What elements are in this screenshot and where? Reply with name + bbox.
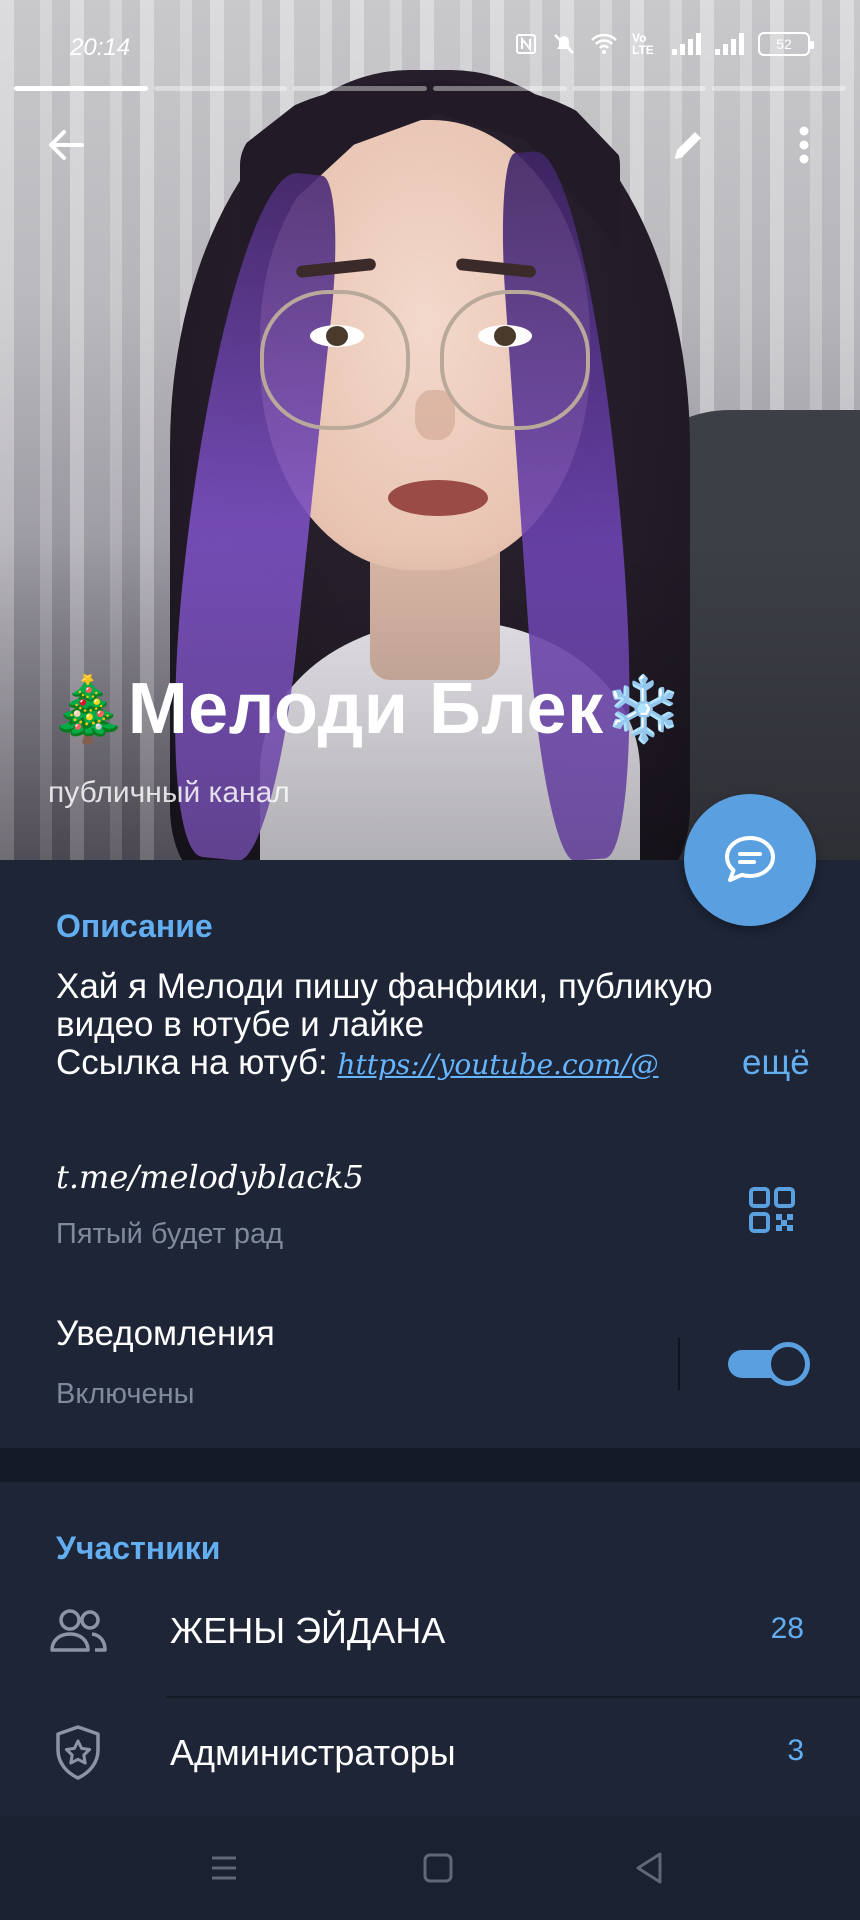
- admin-shield-icon: [56, 1725, 100, 1780]
- photo-lips: [388, 480, 488, 516]
- toggle-divider: [678, 1338, 680, 1390]
- photo-glasses-left: [260, 290, 410, 430]
- system-nav-bar: [0, 1816, 860, 1920]
- progress-segment: [572, 86, 707, 91]
- recents-menu-icon[interactable]: [204, 1848, 244, 1888]
- progress-segment: [433, 86, 567, 91]
- chat-bubble-icon: [725, 836, 775, 882]
- volte-icon: Vo LTE: [632, 31, 654, 57]
- battery-icon: 52: [758, 32, 814, 56]
- signal-icon: [672, 33, 701, 55]
- edit-button[interactable]: [658, 115, 718, 175]
- description-text: Хай я Мелоди пишу фанфики, публикую виде…: [56, 968, 816, 1084]
- description-line: Хай я Мелоди пишу фанфики, публикую: [56, 967, 713, 1006]
- wifi-icon: [591, 33, 617, 54]
- channel-type: публичный канал: [48, 776, 290, 809]
- back-button[interactable]: [36, 115, 96, 175]
- progress-segment: [14, 86, 148, 91]
- description-line: Ссылка на ютуб: https://youtube.com/@: [56, 1044, 816, 1084]
- status-bar: 20:14 Vo LTE 52: [0, 22, 860, 72]
- description-link-prefix: Ссылка на ютуб:: [56, 1043, 338, 1082]
- list-item-label: ЖЕНЫ ЭЙДАНА: [170, 1610, 446, 1651]
- list-item-label: Администраторы: [170, 1732, 456, 1773]
- progress-segment: [153, 86, 288, 91]
- qr-code-icon[interactable]: [748, 1186, 796, 1234]
- mute-icon: [554, 34, 574, 54]
- list-item-subscribers[interactable]: ЖЕНЫ ЭЙДАНА 28: [0, 1572, 860, 1690]
- description-heading: Описание: [56, 908, 213, 944]
- status-icons: Vo LTE 52: [514, 31, 814, 57]
- arrow-left-icon: [49, 130, 84, 160]
- channel-link[interactable]: t.me/melodyblack5: [56, 1158, 364, 1196]
- list-item-count: 28: [770, 1612, 804, 1645]
- channel-title-row: 🎄 Мелоди Блек ❄️: [48, 668, 683, 750]
- nfc-icon: [516, 34, 536, 54]
- list-item-admins[interactable]: Администраторы 3: [0, 1694, 860, 1812]
- channel-title: Мелоди Блек: [127, 669, 604, 749]
- progress-segment: [712, 86, 847, 91]
- members-heading: Участники: [56, 1530, 221, 1566]
- youtube-link[interactable]: https://youtube.com/@: [337, 1048, 658, 1081]
- more-vertical-icon: [799, 126, 809, 164]
- section-divider: [0, 1448, 860, 1482]
- back-triangle-icon[interactable]: [630, 1848, 670, 1888]
- photo-progress: [14, 86, 847, 91]
- channel-link-caption: Пятый будет рад: [56, 1218, 284, 1250]
- notifications-toggle[interactable]: [728, 1340, 810, 1386]
- notifications-status: Включены: [56, 1378, 195, 1410]
- notifications-title: Уведомления: [56, 1314, 275, 1353]
- users-icon: [50, 1609, 107, 1652]
- snowflake-emoji: ❄️: [603, 672, 684, 745]
- toggle-knob: [766, 1342, 810, 1386]
- show-more-link[interactable]: ещё: [730, 1044, 810, 1082]
- progress-fill: [14, 86, 148, 91]
- photo-glasses-right: [440, 290, 590, 430]
- status-time: 20:14: [70, 34, 131, 61]
- discussion-button[interactable]: [684, 794, 816, 926]
- photo-nose: [415, 390, 455, 440]
- progress-segment: [293, 86, 428, 91]
- list-item-count: 3: [787, 1734, 804, 1767]
- pencil-icon: [674, 132, 701, 159]
- home-square-icon[interactable]: [418, 1848, 458, 1888]
- christmas-tree-emoji: 🎄: [48, 672, 128, 745]
- more-options-button[interactable]: [774, 115, 834, 175]
- description-line: видео в ютубе и лайке: [56, 1005, 425, 1044]
- signal-icon: [715, 33, 744, 55]
